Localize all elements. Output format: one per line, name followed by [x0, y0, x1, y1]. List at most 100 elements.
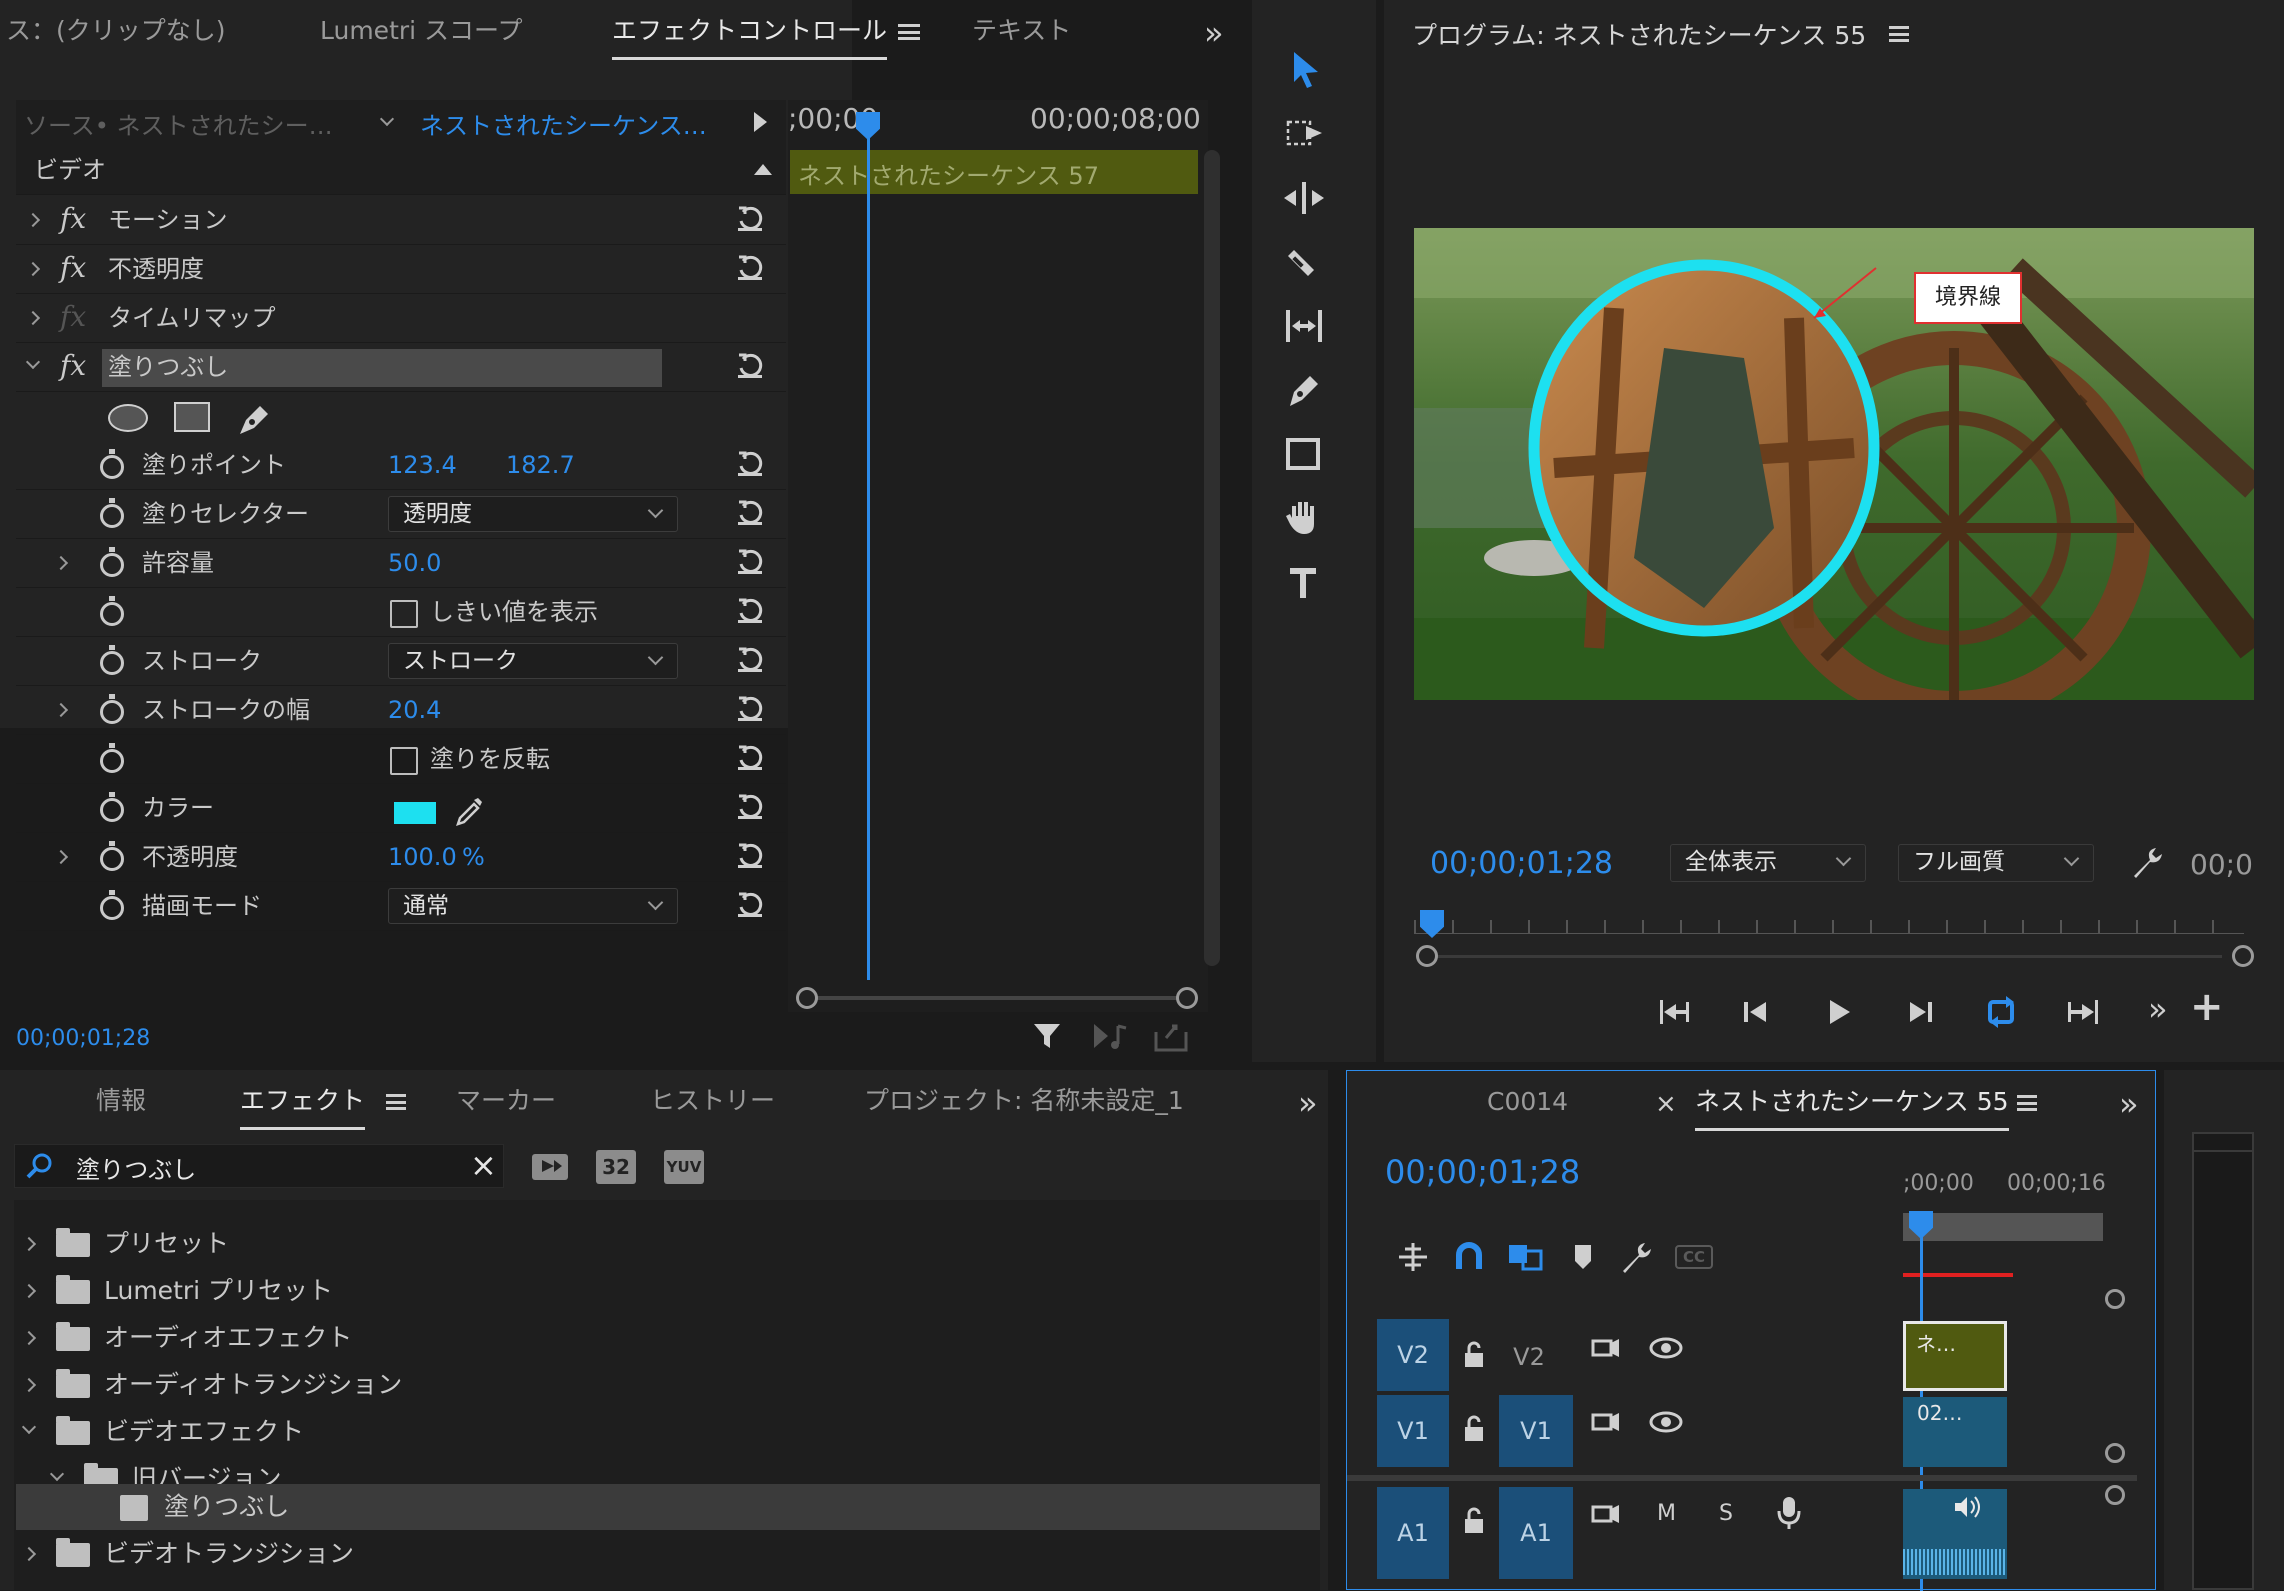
stroke-width-value[interactable]: 20.4 [388, 686, 441, 735]
collapse-icon[interactable] [21, 1419, 37, 1435]
fill-point-x[interactable]: 123.4 [388, 441, 457, 490]
expand-icon[interactable] [21, 1283, 37, 1299]
v1-source-patch[interactable]: V1 [1377, 1395, 1449, 1467]
ellipse-mask-icon[interactable] [108, 404, 148, 432]
stopwatch-icon[interactable] [100, 645, 124, 675]
razor-tool-icon[interactable] [1278, 236, 1330, 288]
list-item-lumetri-presets[interactable]: Lumetri プリセット [18, 1269, 333, 1313]
tab-text[interactable]: テキスト [972, 0, 1071, 62]
rectangle-tool-icon[interactable] [1278, 428, 1330, 480]
nest-toggle-icon[interactable] [1395, 1239, 1431, 1275]
tab-effect-controls[interactable]: エフェクトコントロール [612, 0, 888, 62]
invert-fill-checkbox[interactable] [390, 747, 418, 775]
track-scroll-handle[interactable] [2105, 1443, 2125, 1463]
quality-dropdown[interactable]: フル画質 [1898, 844, 2094, 882]
list-item-presets[interactable]: プリセット [18, 1222, 229, 1266]
loop-icon[interactable] [1978, 988, 2026, 1036]
reset-icon[interactable] [736, 891, 764, 919]
track-divider[interactable] [1347, 1475, 2137, 1481]
list-item-video-transitions[interactable]: ビデオトランジション [18, 1532, 354, 1576]
panel-overflow-icon[interactable]: » [2119, 1085, 2139, 1123]
step-back-icon[interactable] [1732, 988, 1780, 1036]
effect-hscroll[interactable] [806, 996, 1188, 1000]
v2-target-label[interactable]: V2 [1497, 1343, 1561, 1371]
program-video-frame[interactable] [1414, 228, 2254, 700]
stroke-dropdown[interactable]: ストローク [388, 643, 678, 679]
effect-time-remap[interactable]: fx タイムリマップ [16, 294, 786, 343]
mute-button[interactable]: M [1657, 1501, 1676, 1526]
a1-target-label[interactable]: A1 [1499, 1487, 1573, 1579]
fit-dropdown[interactable]: 全体表示 [1670, 844, 1866, 882]
go-to-out-icon[interactable] [2060, 988, 2108, 1036]
reset-icon[interactable] [736, 352, 764, 380]
reset-icon[interactable] [736, 254, 764, 282]
timeline-menu-icon[interactable] [2017, 1095, 2037, 1111]
reset-icon[interactable] [736, 597, 764, 625]
timeline-work-area[interactable] [1903, 1213, 2103, 1241]
track-scroll-handle[interactable] [2105, 1485, 2125, 1505]
hand-tool-icon[interactable] [1278, 492, 1330, 544]
microphone-icon[interactable] [1775, 1495, 1803, 1531]
timeline-settings-icon[interactable] [1617, 1237, 1657, 1277]
opacity-value[interactable]: 100.0 [388, 833, 457, 882]
reset-icon[interactable] [736, 450, 764, 478]
effect-opacity[interactable]: fx 不透明度 [16, 245, 786, 294]
pen-mask-icon[interactable] [234, 398, 274, 438]
effect-controls-menu-icon[interactable] [898, 24, 920, 40]
expand-icon[interactable] [21, 1377, 37, 1393]
stopwatch-icon[interactable] [100, 890, 124, 920]
v1-clip[interactable]: 02… [1903, 1397, 2007, 1467]
target-sequence-select[interactable]: ネストされたシーケンス… [420, 106, 707, 141]
panel-overflow-icon[interactable]: » [1298, 1084, 1318, 1122]
play-icon[interactable] [1814, 988, 1862, 1036]
track-select-tool-icon[interactable] [1278, 108, 1330, 160]
tab-c0014[interactable]: C0014 [1487, 1071, 1568, 1133]
export-icon[interactable] [1152, 1018, 1192, 1054]
expand-icon[interactable] [25, 261, 41, 277]
go-to-in-icon[interactable] [1650, 988, 1698, 1036]
v2-clip[interactable]: ネ… [1903, 1321, 2007, 1391]
reset-icon[interactable] [736, 499, 764, 527]
list-item-audio-effects[interactable]: オーディオエフェクト [18, 1316, 352, 1360]
list-item-audio-transitions[interactable]: オーディオトランジション [18, 1363, 402, 1407]
tab-effects[interactable]: エフェクト [240, 1070, 366, 1132]
wrench-icon[interactable] [2128, 842, 2168, 882]
eye-icon[interactable] [1649, 1335, 1683, 1361]
expand-icon[interactable] [53, 702, 69, 718]
tab-lumetri-scopes[interactable]: Lumetri スコープ [320, 0, 523, 62]
sync-lock-icon[interactable] [1589, 1499, 1623, 1529]
timeline-timecode[interactable]: 00;00;01;28 [1385, 1153, 1580, 1191]
pen-tool-icon[interactable] [1278, 364, 1330, 416]
step-forward-icon[interactable] [1896, 988, 1944, 1036]
lock-icon[interactable] [1461, 1507, 1487, 1537]
effect-vscroll[interactable] [1204, 150, 1220, 966]
sync-lock-icon[interactable] [1589, 1333, 1623, 1363]
linked-selection-icon[interactable] [1505, 1239, 1545, 1275]
tab-nested-sequence-55[interactable]: ネストされたシーケンス 55 [1695, 1071, 2009, 1133]
stopwatch-icon[interactable] [100, 841, 124, 871]
lock-icon[interactable] [1461, 1341, 1487, 1371]
tab-markers[interactable]: マーカー [456, 1070, 556, 1132]
show-threshold-checkbox[interactable] [390, 600, 418, 628]
scroll-handle-right[interactable] [1176, 987, 1198, 1009]
effect-motion[interactable]: fx モーション [16, 196, 786, 245]
tab-info[interactable]: 情報 [96, 1070, 146, 1132]
reset-icon[interactable] [736, 793, 764, 821]
effects-menu-icon[interactable] [386, 1094, 406, 1110]
track-scroll-handle[interactable] [2105, 1289, 2125, 1309]
stopwatch-icon[interactable] [100, 792, 124, 822]
scrub-handle-left[interactable] [1416, 945, 1438, 967]
stopwatch-icon[interactable] [100, 743, 124, 773]
eyedropper-icon[interactable] [452, 794, 486, 828]
expand-icon[interactable] [25, 212, 41, 228]
program-timecode[interactable]: 00;00;01;28 [1430, 846, 1613, 881]
expand-icon[interactable] [21, 1546, 37, 1562]
captions-icon[interactable]: CC [1675, 1245, 1713, 1269]
collapse-icon[interactable] [49, 1466, 65, 1482]
more-controls-icon[interactable]: » [2148, 990, 2168, 1028]
play-clip-icon[interactable] [754, 112, 767, 132]
reset-icon[interactable] [736, 646, 764, 674]
a1-source-patch[interactable]: A1 [1377, 1487, 1449, 1579]
audio-loop-icon[interactable] [1090, 1018, 1130, 1054]
expand-icon[interactable] [25, 310, 41, 326]
